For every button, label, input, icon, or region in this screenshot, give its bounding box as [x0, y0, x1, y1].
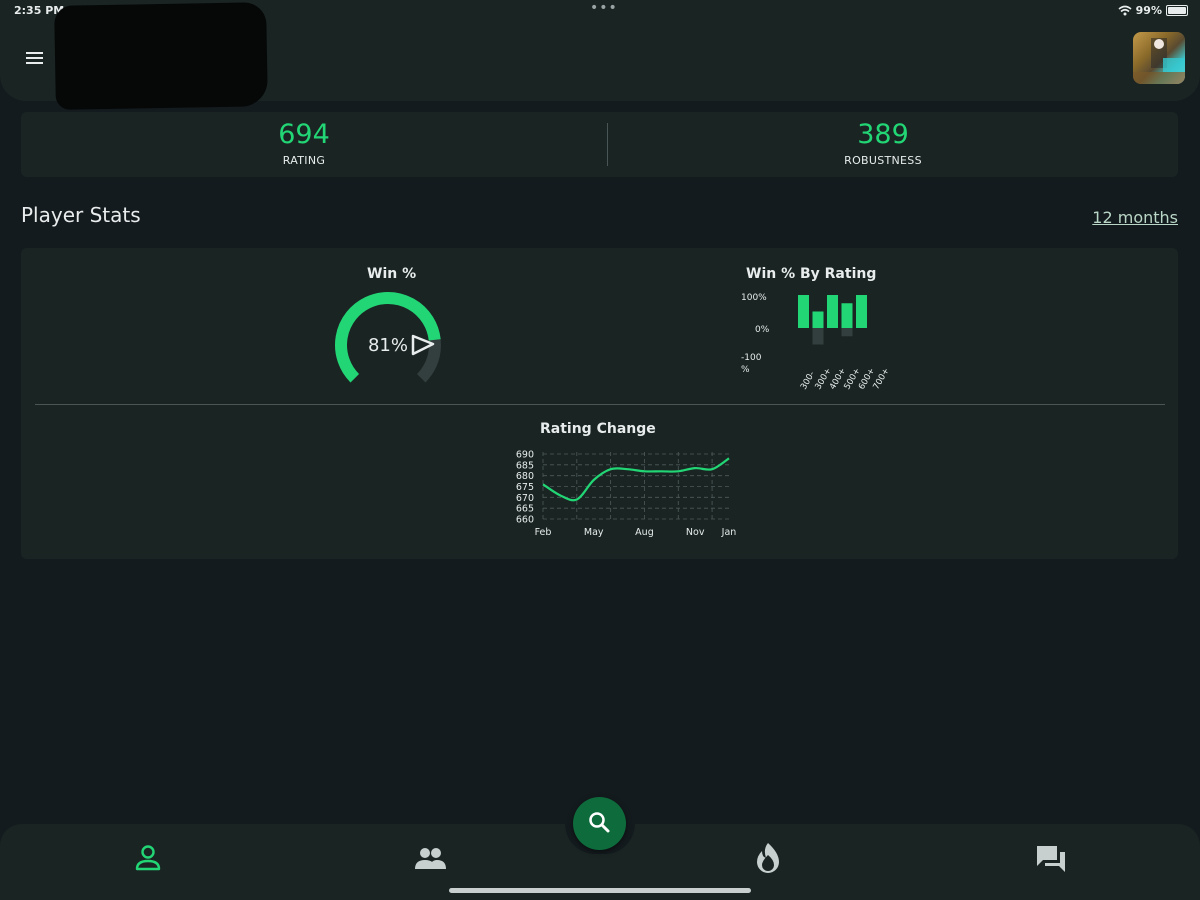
fire-icon[interactable] — [748, 838, 788, 878]
loss-bar — [841, 328, 853, 337]
win-by-rating-title: Win % By Rating — [746, 266, 877, 282]
stats-summary-card: 694 RATING 389 ROBUSTNESS — [21, 112, 1178, 177]
search-icon — [589, 812, 610, 833]
y-tick-label: -100 — [741, 353, 762, 363]
app-screen: 2:35 PM ••• 99% 694 RATING 389 ROBUSTNES… — [0, 0, 1200, 900]
rating-change-chart: 690685680675670665660 Feb May Aug Nov Jan — [516, 450, 737, 539]
y-tick-label: 680 — [516, 471, 534, 482]
win-pct-gauge: 81% — [335, 292, 441, 383]
x-tick-label: Aug — [635, 527, 654, 538]
win-pct-title: Win % — [367, 266, 417, 282]
y-tick-label: 675 — [516, 482, 534, 493]
profile-photo — [1133, 38, 1185, 84]
y-tick-label: 685 — [516, 460, 534, 471]
multitasking-dots-icon[interactable]: ••• — [590, 0, 618, 16]
profile-icon[interactable] — [128, 838, 168, 878]
home-indicator[interactable] — [449, 888, 751, 893]
y-tick-label: 660 — [516, 515, 534, 526]
stats-divider — [607, 123, 608, 166]
x-tick-label: Jan — [721, 527, 737, 538]
win-bar — [798, 295, 809, 328]
battery-percent: 99% — [1135, 4, 1162, 17]
robustness-stat: 389 ROBUSTNESS — [733, 116, 1033, 167]
robustness-label: ROBUSTNESS — [844, 154, 922, 167]
battery-icon — [1166, 5, 1188, 16]
robustness-value: 389 — [857, 119, 909, 150]
friends-icon[interactable] — [410, 838, 450, 878]
rating-value: 694 — [278, 119, 330, 150]
y-tick-label: 665 — [516, 504, 534, 515]
y-tick-label: 670 — [516, 493, 534, 504]
rating-label: RATING — [282, 154, 326, 167]
rating-change-title: Rating Change — [540, 421, 656, 437]
player-stats-title: Player Stats — [21, 203, 141, 227]
x-tick-label: Nov — [686, 527, 705, 538]
search-button[interactable] — [573, 797, 626, 850]
chat-icon[interactable] — [1031, 838, 1071, 878]
win-by-rating-chart: 100% 0% -100 % 300-300+400+500+600+700+ — [741, 293, 892, 392]
status-indicators: 99% — [1118, 4, 1188, 17]
rating-stat: 694 RATING — [154, 116, 454, 167]
win-bar — [841, 303, 853, 328]
menu-icon[interactable] — [25, 50, 45, 66]
avatar[interactable] — [1133, 32, 1185, 84]
y-tick-label: 100% — [741, 293, 767, 303]
x-tick-label: Feb — [535, 527, 552, 538]
player-stats-card: Win % 81% Win % By Rating 100% 0% -100 %… — [21, 248, 1178, 559]
card-divider — [35, 404, 1165, 405]
app-header: 2:35 PM ••• 99% — [0, 0, 1200, 110]
y-tick-label: 0% — [755, 325, 770, 335]
period-selector-link[interactable]: 12 months — [1092, 208, 1178, 227]
redacted-username — [54, 2, 268, 110]
y-tick-label: 690 — [516, 450, 534, 461]
win-pct-label: 81% — [368, 335, 408, 356]
win-bar — [827, 295, 838, 328]
win-bar — [812, 311, 824, 328]
y-tick-label: % — [741, 365, 750, 375]
loss-bar — [812, 328, 824, 345]
x-tick-label: May — [584, 527, 604, 538]
wifi-icon — [1118, 5, 1132, 16]
win-bar — [856, 295, 867, 328]
